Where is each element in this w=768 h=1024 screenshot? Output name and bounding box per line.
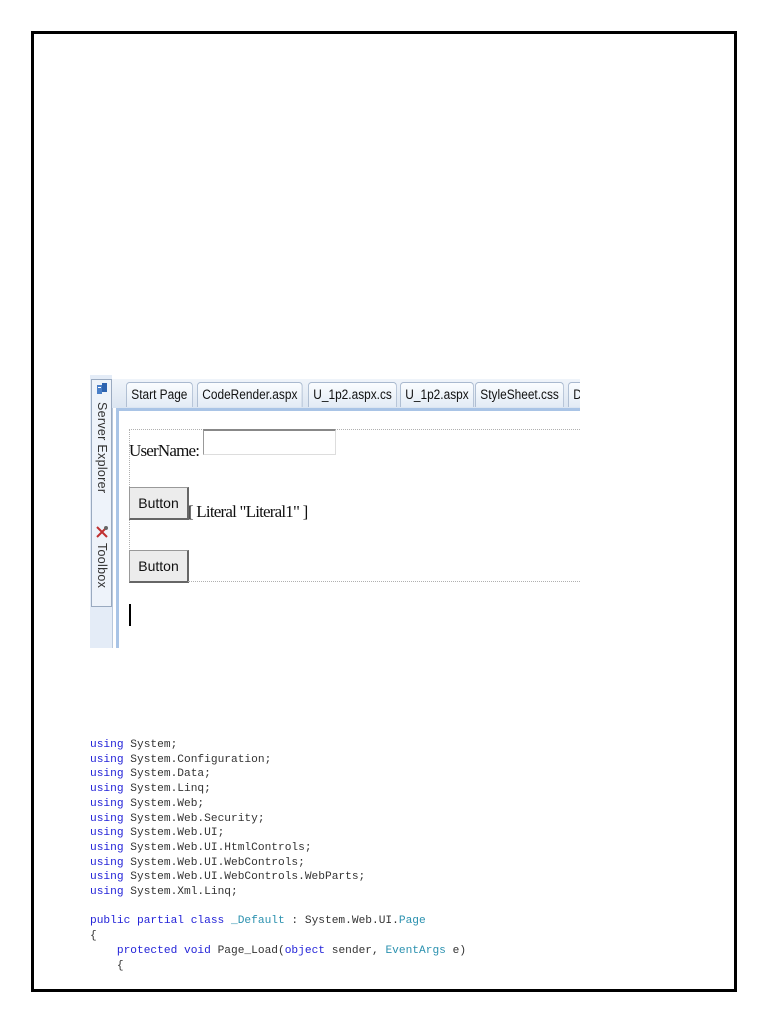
tab-start-page[interactable]: Start Page <box>126 382 193 407</box>
code-line: using System.Web.UI.WebControls; <box>90 856 466 871</box>
code-line: using System.Web; <box>90 797 466 812</box>
code-text: { <box>90 959 124 972</box>
code-keyword: using <box>90 768 124 781</box>
side-tab-toolbox[interactable]: Toolbox <box>95 543 109 588</box>
username-label: UserName: <box>129 441 200 460</box>
code-text: { <box>90 930 97 943</box>
code-line: protected void Page_Load(object sender, … <box>90 944 466 959</box>
tab-overflow[interactable]: D <box>568 382 580 407</box>
code-line: using System.Web.Security; <box>90 812 466 827</box>
document-tab-bar: Start Page CodeRender.aspx U_1p2.aspx.cs… <box>112 375 580 408</box>
code-text: System.Xml.Linq; <box>123 886 238 899</box>
code-keyword: using <box>90 856 124 869</box>
code-type: EventArgs <box>385 944 446 957</box>
code-line: using System.Xml.Linq; <box>90 885 466 900</box>
code-line: public partial class _Default : System.W… <box>90 914 466 929</box>
side-tab-server-explorer[interactable]: Server Explorer <box>95 402 109 493</box>
side-tabs: Server Explorer Toolbox <box>91 379 112 607</box>
code-keyword: protected void <box>116 944 211 957</box>
code-keyword: object <box>284 944 326 957</box>
code-keyword: using <box>90 812 124 825</box>
code-text: e) <box>445 944 467 957</box>
server-explorer-icon <box>97 383 107 394</box>
code-text: System.Web.UI.WebControls; <box>123 856 305 869</box>
code-text: System.Web.Security; <box>123 812 265 825</box>
code-text: System; <box>123 739 178 751</box>
code-keyword: using <box>90 871 124 884</box>
div-boundary-bottom <box>188 581 580 582</box>
code-text: Page_Load( <box>210 944 285 957</box>
code-keyword: using <box>90 797 124 810</box>
code-line: { <box>90 959 466 974</box>
code-text: System.Web.UI; <box>123 827 225 840</box>
code-listing: using System; using System.Configuration;… <box>90 738 466 973</box>
code-keyword: using <box>90 886 124 899</box>
code-text: System.Data; <box>123 768 211 781</box>
tab-coderender-aspx[interactable]: CodeRender.aspx <box>197 382 303 407</box>
tab-u1p2-aspx-cs[interactable]: U_1p2.aspx.cs <box>308 382 398 407</box>
code-text: System.Linq; <box>123 783 211 796</box>
code-text: System.Configuration; <box>123 753 272 766</box>
visual-studio-screenshot: Server Explorer Toolbox Start Page CodeR… <box>90 375 580 648</box>
side-panel-bar: Server Explorer Toolbox <box>90 375 113 648</box>
code-keyword: using <box>90 827 124 840</box>
code-type: _Default <box>231 915 285 928</box>
button-2[interactable]: Button <box>129 550 189 583</box>
code-text: : System.Web.UI. <box>284 915 399 928</box>
code-keyword: using <box>90 753 124 766</box>
text-caret <box>129 604 131 626</box>
tab-u1p2-aspx[interactable]: U_1p2.aspx <box>400 382 474 407</box>
code-line: using System.Linq; <box>90 782 466 797</box>
code-type: Page <box>398 915 426 928</box>
code-line: using System.Web.UI; <box>90 826 466 841</box>
code-line: using System; <box>90 738 466 753</box>
username-input[interactable] <box>203 429 336 455</box>
code-line: using System.Web.UI.HtmlControls; <box>90 841 466 856</box>
code-keyword: public partial class <box>90 915 225 928</box>
code-keyword: using <box>90 739 124 751</box>
code-line: using System.Data; <box>90 767 466 782</box>
code-text: sender, <box>325 944 386 957</box>
design-surface[interactable]: UserName: Button [ Literal "Literal1" ] … <box>116 408 580 648</box>
toolbox-icon <box>96 526 108 538</box>
tab-stylesheet-css[interactable]: StyleSheet.css <box>475 382 565 407</box>
button-1[interactable]: Button <box>129 487 189 520</box>
code-text: System.Web.UI.WebControls.WebParts; <box>123 871 366 884</box>
code-line: using System.Configuration; <box>90 753 466 768</box>
code-text: System.Web.UI.HtmlControls; <box>123 841 312 854</box>
code-line: using System.Web.UI.WebControls.WebParts… <box>90 870 466 885</box>
code-keyword: using <box>90 841 124 854</box>
literal-control[interactable]: [ Literal "Literal1" ] <box>188 502 308 522</box>
code-line: { <box>90 929 466 944</box>
code-text: System.Web; <box>123 797 205 810</box>
div-boundary <box>129 429 580 430</box>
code-keyword: using <box>90 783 124 796</box>
